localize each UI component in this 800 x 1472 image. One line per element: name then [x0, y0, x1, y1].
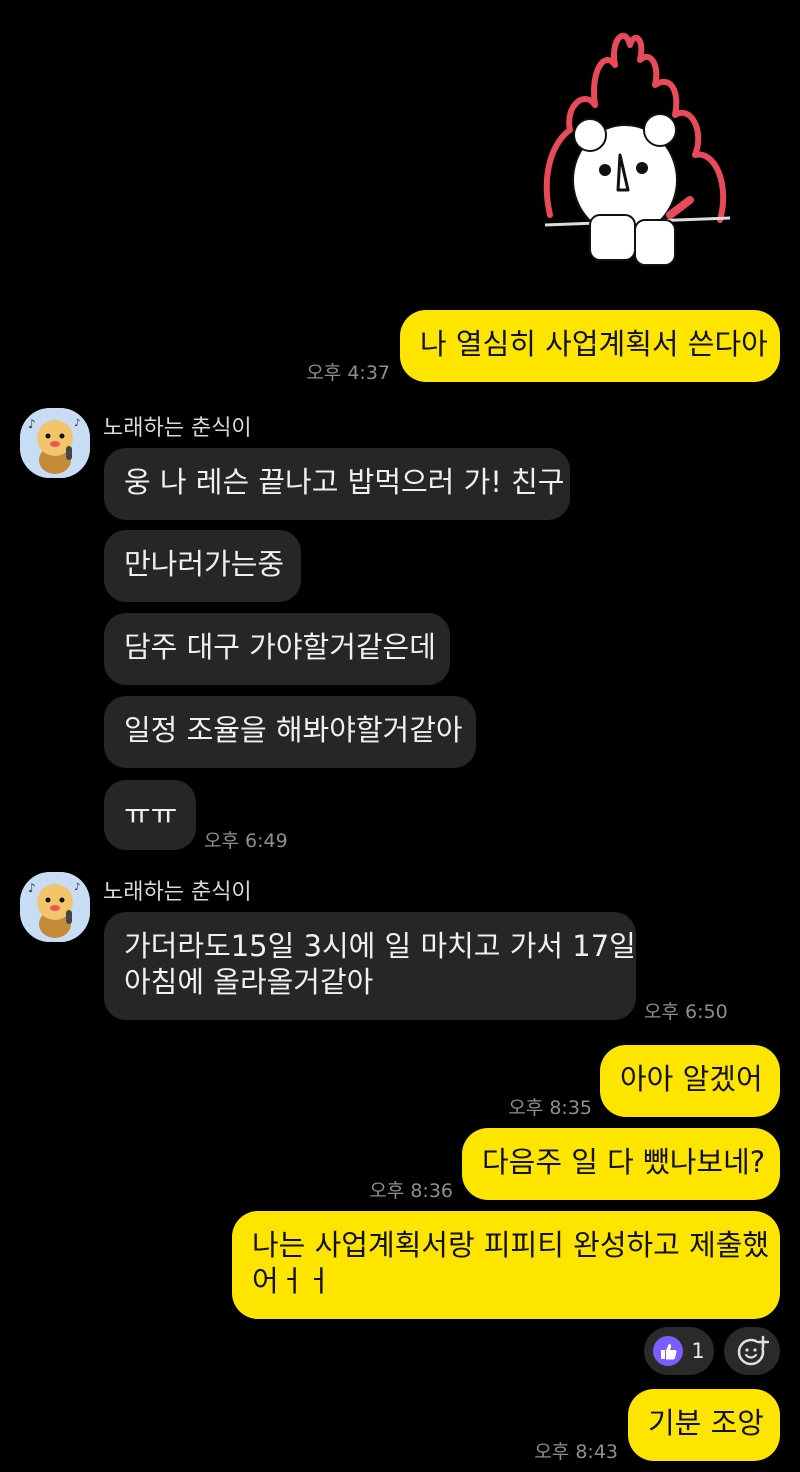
sticker-angry-bear[interactable]: [530, 20, 740, 275]
their-message-bubble[interactable]: 일정 조율을 해봐야할거같아: [104, 696, 476, 768]
thumbs-up-icon: [653, 1336, 684, 1366]
message-text: 웅 나 레슨 끝나고 밥먹으러 가! 친구: [124, 465, 565, 499]
svg-text:♪: ♪: [74, 882, 80, 893]
singing-chunsik-avatar-icon: ♪ ♪: [20, 408, 90, 478]
timestamp: 오후 4:37: [306, 362, 390, 384]
my-message-bubble[interactable]: 나 열심히 사업계획서 쓴다아: [400, 310, 780, 382]
message-text: 담주 대구 가야할거같은데: [124, 630, 436, 664]
message-text-line: 나는 사업계획서랑 피피티 완성하고 제출했: [252, 1228, 770, 1262]
avatar[interactable]: ♪ ♪: [20, 408, 90, 478]
timestamp: 오후 8:35: [508, 1097, 592, 1119]
add-reaction-button[interactable]: [724, 1327, 780, 1375]
timestamp: 오후 6:49: [204, 830, 288, 852]
message-text-line: 가더라도15일 3시에 일 마치고 가서 17일: [124, 929, 636, 963]
reaction-count: 1: [691, 1339, 705, 1363]
svg-text:♪: ♪: [28, 417, 36, 431]
message-text: 일정 조율을 해봐야할거같아: [124, 713, 463, 747]
my-message-bubble[interactable]: 다음주 일 다 뺐나보네?: [462, 1128, 780, 1200]
timestamp: 오후 8:36: [369, 1180, 453, 1202]
timestamp: 오후 8:43: [534, 1441, 618, 1463]
their-message-bubble[interactable]: 만나러가는중: [104, 530, 301, 602]
timestamp: 오후 6:50: [644, 1001, 728, 1023]
message-text: ㅠㅠ: [124, 797, 178, 831]
add-reaction-icon: [737, 1335, 769, 1366]
message-text: 다음주 일 다 뺐나보네?: [482, 1145, 766, 1179]
reaction-thumbs-up[interactable]: 1: [644, 1327, 714, 1375]
message-text: 나 열심히 사업계획서 쓴다아: [420, 327, 768, 361]
my-message-bubble[interactable]: 기분 조앙: [628, 1389, 780, 1461]
message-text: 아아 알겠어: [620, 1062, 763, 1096]
message-text-line: 어ㅓㅓ: [252, 1264, 333, 1298]
my-message-bubble[interactable]: 아아 알겠어: [600, 1045, 780, 1117]
my-message-bubble[interactable]: 나는 사업계획서랑 피피티 완성하고 제출했 어ㅓㅓ: [232, 1211, 780, 1319]
their-message-bubble[interactable]: 웅 나 레슨 끝나고 밥먹으러 가! 친구: [104, 448, 570, 520]
sender-name: 노래하는 춘식이: [103, 880, 252, 905]
singing-chunsik-avatar-icon: ♪ ♪: [20, 872, 90, 942]
avatar[interactable]: ♪ ♪: [20, 872, 90, 942]
svg-text:♪: ♪: [74, 418, 80, 429]
message-text: 기분 조앙: [648, 1406, 764, 1440]
message-text-line: 아침에 올라올거같아: [124, 965, 374, 999]
their-message-bubble[interactable]: 담주 대구 가야할거같은데: [104, 613, 450, 685]
their-message-bubble[interactable]: 가더라도15일 3시에 일 마치고 가서 17일 아침에 올라올거같아: [104, 912, 636, 1020]
sender-name: 노래하는 춘식이: [103, 416, 252, 441]
angry-bear-fire-sticker: [543, 32, 731, 266]
their-message-bubble[interactable]: ㅠㅠ: [104, 780, 196, 850]
message-text: 만나러가는중: [124, 547, 285, 581]
svg-text:♪: ♪: [28, 881, 36, 895]
